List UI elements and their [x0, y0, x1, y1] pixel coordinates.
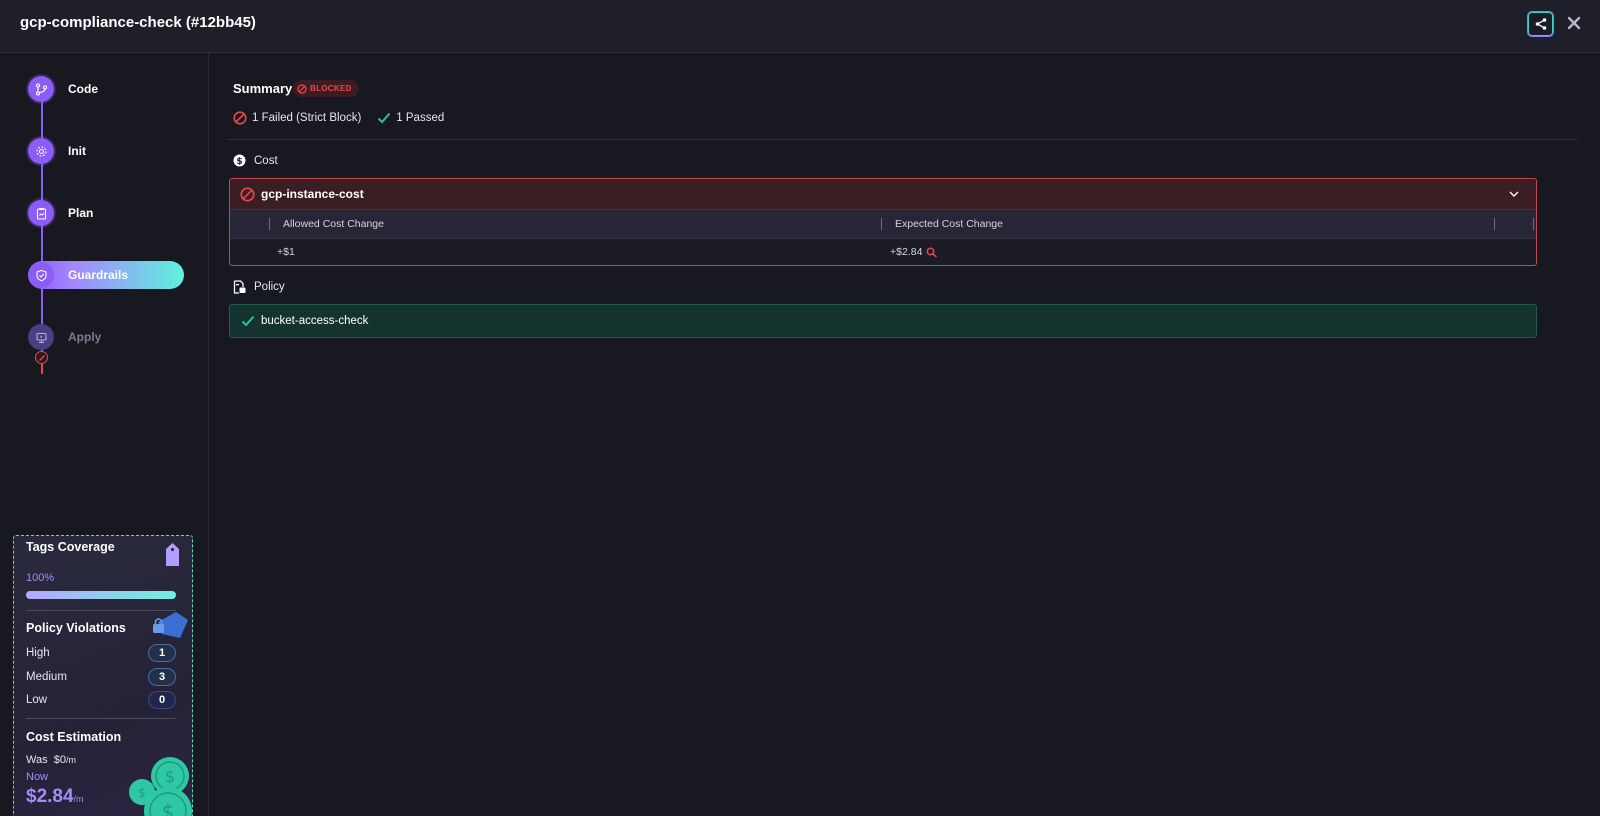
tags-coverage-bar [26, 591, 176, 599]
blocked-icon [233, 111, 247, 125]
policy-check-name: bucket-access-check [261, 315, 369, 327]
step-connector [41, 364, 43, 374]
tags-coverage-bar-fill [26, 591, 176, 599]
policy-section-title: Policy [233, 280, 285, 294]
shield-icon [28, 262, 54, 288]
svg-text:$: $ [165, 767, 175, 786]
table-header: Allowed Cost Change Expected Cost Change [230, 210, 1536, 239]
cost-section-label: Cost [254, 154, 278, 167]
cost-was: Was $0/m [26, 754, 76, 766]
stats-card: Tags Coverage 100% Policy Violations Hig… [13, 535, 193, 816]
blocked-icon [35, 351, 48, 364]
step-guardrails[interactable]: Guardrails [28, 261, 184, 289]
table-row: +$1 +$2.84 [230, 239, 1536, 265]
policy-document-icon [233, 280, 246, 294]
share-button[interactable] [1527, 11, 1554, 37]
tag-icon [166, 543, 179, 566]
column-header: Allowed Cost Change [283, 218, 384, 230]
checkmark-icon [241, 315, 255, 327]
failed-count-label: 1 Failed (Strict Block) [252, 112, 362, 124]
cost-check-name: gcp-instance-cost [261, 187, 364, 201]
tags-coverage-percent: 100% [26, 572, 55, 584]
violation-count-badge: 1 [148, 644, 176, 662]
page-title: gcp-compliance-check (#12bb45) [20, 14, 256, 31]
expected-cost: +$2.84 [890, 246, 938, 258]
step-plan[interactable]: Plan [28, 199, 93, 227]
violation-label: Low [26, 694, 48, 706]
violation-label: High [26, 647, 50, 659]
violation-row-high: High 1 [26, 643, 176, 663]
status-badge: BLOCKED [293, 80, 359, 97]
passed-count: 1 Passed [377, 112, 444, 124]
violation-row-low: Low 0 [26, 690, 176, 710]
summary-counts: 1 Failed (Strict Block) 1 Passed [233, 111, 460, 125]
step-label-guardrails: Guardrails [68, 268, 129, 282]
policy-check-card[interactable]: bucket-access-check [229, 304, 1537, 338]
policy-section-label: Policy [254, 281, 285, 293]
svg-text:$: $ [236, 157, 242, 167]
failed-count: 1 Failed (Strict Block) [233, 111, 361, 125]
column-separator [1494, 218, 1495, 230]
step-code[interactable]: Code [28, 75, 98, 103]
cost-check-header[interactable]: gcp-instance-cost [230, 179, 1536, 210]
coins-icon: $ $ $ [129, 757, 192, 816]
step-apply: Apply [28, 323, 101, 351]
step-label-init: Init [68, 144, 86, 158]
column-separator [1533, 218, 1534, 230]
cost-section-title: $ Cost [233, 154, 278, 167]
code-branch-icon [28, 76, 54, 102]
violation-count-badge: 0 [148, 691, 176, 709]
step-label-plan: Plan [68, 206, 94, 220]
allowed-cost-value: +$1 [277, 246, 295, 258]
tags-coverage-title: Tags Coverage [26, 540, 115, 554]
gear-icon [28, 138, 54, 164]
main-content: Summary BLOCKED 1 Failed (Strict Block) … [209, 53, 1600, 816]
divider [228, 139, 1577, 140]
violation-count-badge: 3 [148, 668, 176, 686]
expected-cost-value: +$2.84 [890, 246, 923, 258]
svg-text:$: $ [138, 786, 146, 800]
column-header: Expected Cost Change [895, 218, 1003, 230]
cost-alert-icon [926, 247, 938, 258]
close-button[interactable] [1563, 12, 1585, 34]
column-separator [269, 218, 270, 230]
svg-text:$: $ [162, 800, 175, 816]
checkmark-icon [378, 112, 391, 124]
step-init[interactable]: Init [28, 137, 86, 165]
step-label-code: Code [68, 82, 98, 96]
cost-now-unit: /m [73, 794, 84, 804]
violation-label: Medium [26, 671, 67, 683]
header: gcp-compliance-check (#12bb45) [0, 0, 1600, 53]
share-icon [1535, 18, 1546, 30]
step-label-apply: Apply [68, 330, 102, 344]
policy-violations-title: Policy Violations [26, 621, 126, 635]
divider [26, 718, 176, 719]
cost-now-value: $2.84 [26, 786, 74, 807]
lock-tag-icon [153, 612, 188, 638]
blocked-icon [297, 83, 307, 94]
cost-was-unit: /m [65, 755, 76, 765]
clipboard-icon [28, 200, 54, 226]
dollar-circle-icon: $ [233, 154, 246, 167]
cost-was-label: Was [26, 754, 48, 766]
chevron-down-icon[interactable] [1508, 188, 1520, 200]
cost-was-value: $0 [53, 754, 66, 766]
violation-row-medium: Medium 3 [26, 667, 176, 687]
cost-now-label: Now [26, 771, 49, 783]
cost-now: $2.84/m [26, 786, 84, 808]
blocked-icon [240, 186, 255, 202]
cost-check-card: gcp-instance-cost Allowed Cost Change Ex… [229, 178, 1537, 266]
passed-count-label: 1 Passed [396, 112, 445, 124]
column-separator [881, 218, 882, 230]
status-badge-label: BLOCKED [310, 84, 352, 93]
deploy-icon [28, 324, 54, 350]
cost-estimation-title: Cost Estimation [26, 730, 122, 744]
close-icon [1567, 16, 1581, 30]
pipeline-sidebar: Code Init Plan Guardrails Apply Tags Cov… [0, 53, 209, 816]
summary-title: Summary [233, 81, 293, 96]
